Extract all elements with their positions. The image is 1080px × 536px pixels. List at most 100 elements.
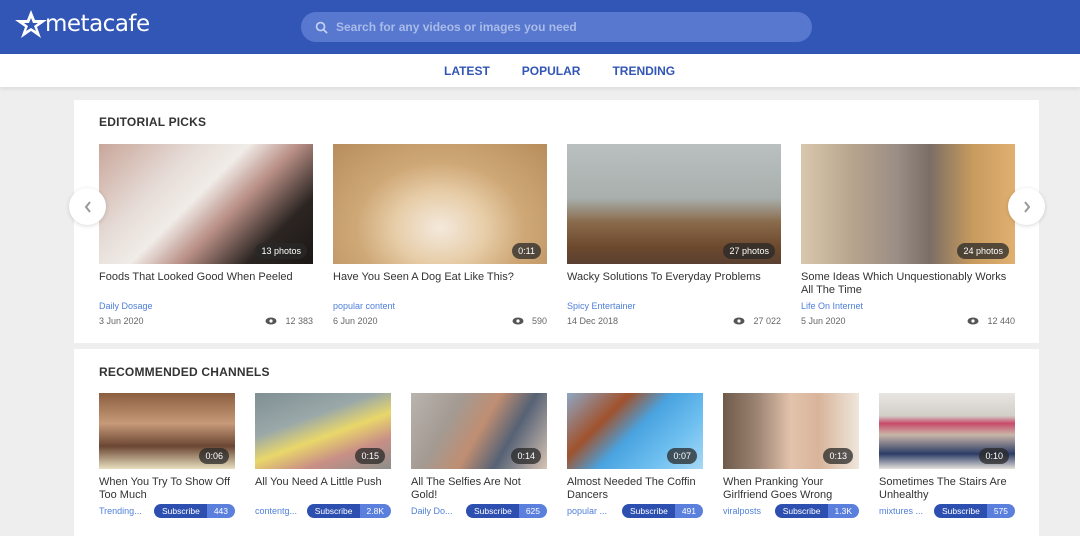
duration-badge: 0:13 bbox=[823, 448, 853, 464]
thumbnail[interactable]: 0:06 bbox=[99, 393, 235, 469]
subscribe-label: Subscribe bbox=[774, 504, 828, 518]
channel-link[interactable]: viralposts bbox=[723, 506, 761, 516]
duration-badge: 0:15 bbox=[355, 448, 385, 464]
channel-link[interactable]: Life On Internet bbox=[801, 301, 863, 311]
subscribe-button[interactable]: Subscribe 443 bbox=[154, 504, 235, 518]
eye-icon bbox=[512, 317, 524, 325]
eye-icon bbox=[733, 317, 745, 325]
video-title[interactable]: All You Need A Little Push bbox=[255, 476, 391, 502]
video-title[interactable]: When You Try To Show Off Too Much bbox=[99, 476, 235, 502]
view-count-value: 12 440 bbox=[987, 316, 1015, 326]
channel-link[interactable]: Daily Dosage bbox=[99, 301, 153, 311]
thumbnail[interactable]: 0:11 bbox=[333, 144, 547, 264]
category-nav: LATEST POPULAR TRENDING bbox=[0, 54, 1080, 87]
channel-card[interactable]: 0:15 All You Need A Little Push contentg… bbox=[255, 393, 391, 518]
nav-trending[interactable]: TRENDING bbox=[612, 64, 675, 78]
thumbnail[interactable]: 27 photos bbox=[567, 144, 781, 264]
view-count: 590 bbox=[512, 316, 547, 326]
thumbnail[interactable]: 0:07 bbox=[567, 393, 703, 469]
channel-link[interactable]: popular ... bbox=[567, 506, 607, 516]
video-card[interactable]: 0:11 Have You Seen A Dog Eat Like This? … bbox=[333, 144, 547, 326]
channel-card[interactable]: 0:13 When Pranking Your Girlfriend Goes … bbox=[723, 393, 859, 518]
view-count: 27 022 bbox=[733, 316, 781, 326]
view-count: 12 383 bbox=[265, 316, 313, 326]
video-title[interactable]: Wacky Solutions To Everyday Problems bbox=[567, 271, 781, 301]
channel-card[interactable]: 0:10 Sometimes The Stairs Are Unhealthy … bbox=[879, 393, 1015, 518]
recommended-channels-section: RECOMMENDED CHANNELS 0:06 When You Try T… bbox=[74, 349, 1039, 536]
channel-card[interactable]: 0:14 All The Selfies Are Not Gold! Daily… bbox=[411, 393, 547, 518]
channel-link[interactable]: Spicy Entertainer bbox=[567, 301, 636, 311]
channel-card[interactable]: 0:06 When You Try To Show Off Too Much T… bbox=[99, 393, 235, 518]
top-header: metacafe bbox=[0, 0, 1080, 54]
carousel-next-button[interactable] bbox=[1008, 188, 1045, 225]
section-title: RECOMMENDED CHANNELS bbox=[99, 365, 270, 379]
star-logo-icon bbox=[15, 10, 47, 38]
duration-badge: 0:07 bbox=[667, 448, 697, 464]
subscribe-label: Subscribe bbox=[466, 504, 519, 518]
photo-count-badge: 24 photos bbox=[957, 243, 1009, 259]
video-title[interactable]: When Pranking Your Girlfriend Goes Wrong bbox=[723, 476, 859, 502]
subscriber-count: 2.8K bbox=[359, 504, 391, 518]
eye-icon bbox=[967, 317, 979, 325]
channel-card[interactable]: 0:07 Almost Needed The Coffin Dancers po… bbox=[567, 393, 703, 518]
video-card[interactable]: 13 photos Foods That Looked Good When Pe… bbox=[99, 144, 313, 326]
nav-popular[interactable]: POPULAR bbox=[522, 64, 581, 78]
channel-link[interactable]: contentg... bbox=[255, 506, 297, 516]
subscribe-label: Subscribe bbox=[622, 504, 675, 518]
publish-date: 3 Jun 2020 bbox=[99, 316, 144, 326]
eye-icon bbox=[265, 317, 277, 325]
view-count-value: 27 022 bbox=[753, 316, 781, 326]
video-title[interactable]: Almost Needed The Coffin Dancers bbox=[567, 476, 703, 502]
thumbnail[interactable]: 0:13 bbox=[723, 393, 859, 469]
search-input[interactable] bbox=[336, 20, 796, 34]
nav-latest[interactable]: LATEST bbox=[444, 64, 490, 78]
carousel-prev-button[interactable] bbox=[69, 188, 106, 225]
video-title[interactable]: Some Ideas Which Unquestionably Works Al… bbox=[801, 271, 1015, 301]
video-title[interactable]: Have You Seen A Dog Eat Like This? bbox=[333, 271, 547, 301]
subscribe-button[interactable]: Subscribe 575 bbox=[934, 504, 1015, 518]
video-card[interactable]: 24 photos Some Ideas Which Unquestionabl… bbox=[801, 144, 1015, 326]
subscriber-count: 1.3K bbox=[827, 504, 859, 518]
subscriber-count: 491 bbox=[674, 504, 703, 518]
video-title[interactable]: Sometimes The Stairs Are Unhealthy bbox=[879, 476, 1015, 502]
subscriber-count: 625 bbox=[518, 504, 547, 518]
subscribe-button[interactable]: Subscribe 625 bbox=[466, 504, 547, 518]
duration-badge: 0:06 bbox=[199, 448, 229, 464]
publish-date: 5 Jun 2020 bbox=[801, 316, 846, 326]
subscriber-count: 575 bbox=[986, 504, 1015, 518]
logo-text: metacafe bbox=[45, 11, 150, 37]
photo-count-badge: 13 photos bbox=[255, 243, 307, 259]
subscribe-label: Subscribe bbox=[154, 504, 207, 518]
thumbnail[interactable]: 0:10 bbox=[879, 393, 1015, 469]
thumbnail[interactable]: 0:15 bbox=[255, 393, 391, 469]
channel-link[interactable]: mixtures ... bbox=[879, 506, 923, 516]
video-title[interactable]: All The Selfies Are Not Gold! bbox=[411, 476, 547, 502]
thumbnail[interactable]: 13 photos bbox=[99, 144, 313, 264]
publish-date: 14 Dec 2018 bbox=[567, 316, 619, 326]
video-card[interactable]: 27 photos Wacky Solutions To Everyday Pr… bbox=[567, 144, 781, 326]
subscriber-count: 443 bbox=[206, 504, 235, 518]
duration-badge: 0:10 bbox=[979, 448, 1009, 464]
editorial-picks-section: EDITORIAL PICKS 13 photos Foods That Loo… bbox=[74, 100, 1039, 343]
view-count-value: 590 bbox=[531, 316, 547, 326]
metacafe-logo[interactable]: metacafe bbox=[14, 9, 150, 39]
subscribe-label: Subscribe bbox=[934, 504, 987, 518]
thumbnail[interactable]: 0:14 bbox=[411, 393, 547, 469]
channel-link[interactable]: Daily Do... bbox=[411, 506, 453, 516]
subscribe-button[interactable]: Subscribe 491 bbox=[622, 504, 703, 518]
search-bar[interactable] bbox=[301, 12, 812, 42]
subscribe-button[interactable]: Subscribe 2.8K bbox=[306, 504, 391, 518]
subscribe-label: Subscribe bbox=[306, 504, 360, 518]
subscribe-button[interactable]: Subscribe 1.3K bbox=[774, 504, 859, 518]
thumbnail[interactable]: 24 photos bbox=[801, 144, 1015, 264]
chevron-right-icon bbox=[1023, 200, 1030, 213]
duration-badge: 0:11 bbox=[512, 243, 541, 259]
view-count-value: 12 383 bbox=[285, 316, 313, 326]
photo-count-badge: 27 photos bbox=[723, 243, 775, 259]
channel-link[interactable]: Trending... bbox=[99, 506, 142, 516]
view-count: 12 440 bbox=[967, 316, 1015, 326]
search-icon bbox=[315, 21, 328, 33]
video-title[interactable]: Foods That Looked Good When Peeled bbox=[99, 271, 313, 301]
channel-link[interactable]: popular content bbox=[333, 301, 395, 311]
duration-badge: 0:14 bbox=[511, 448, 541, 464]
